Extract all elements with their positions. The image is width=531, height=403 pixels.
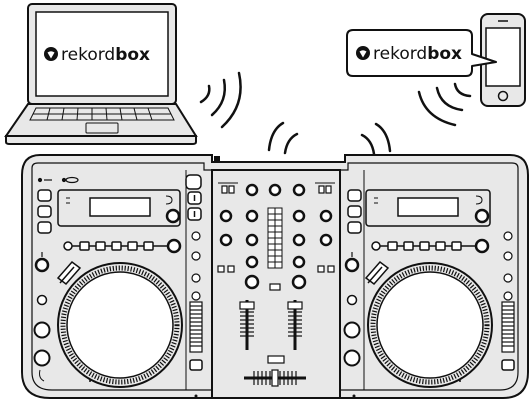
left-hot-cue-c-button[interactable]: [37, 221, 52, 234]
right-cue-knob[interactable]: [344, 257, 360, 273]
left-strip-button-3[interactable]: [95, 241, 106, 251]
wireless-waves-phone-icon: [417, 82, 472, 127]
left-pitch-slider[interactable]: [189, 301, 203, 353]
wireless-waves-controller-left-icon: [267, 121, 299, 155]
mixer-cue-left-button[interactable]: [217, 265, 225, 273]
left-load-button[interactable]: [185, 174, 202, 190]
mixer-mid-right-knob[interactable]: [292, 233, 306, 247]
right-play-button[interactable]: [343, 321, 361, 339]
left-display-screen: [89, 197, 151, 217]
left-hot-cue-a-button[interactable]: [37, 189, 52, 202]
mixer-master-level-knob[interactable]: [268, 183, 282, 197]
right-pitch-slider[interactable]: [501, 301, 515, 353]
left-cue-button[interactable]: [33, 349, 51, 367]
mixer-effect-left-knob[interactable]: [219, 209, 233, 223]
phone-callout: rekordbox: [346, 29, 497, 77]
right-strip-button-6[interactable]: [451, 241, 462, 251]
left-strip-button-6[interactable]: [143, 241, 154, 251]
mixer-headphone-mix-knob[interactable]: [219, 233, 233, 247]
right-hot-cue-b-button[interactable]: [347, 205, 362, 218]
mixer-hi-right-knob[interactable]: [292, 209, 306, 223]
mixer-filter-left-knob[interactable]: [244, 274, 260, 290]
mixer-mid-left-knob[interactable]: [245, 233, 259, 247]
mixer-hi-left-knob[interactable]: [245, 209, 259, 223]
mixer-trim-left-knob[interactable]: [245, 183, 259, 197]
wireless-waves-controller-right-icon: [360, 122, 392, 156]
mixer-low-left-knob[interactable]: [245, 255, 259, 269]
mixer-cue-right-a[interactable]: [318, 185, 325, 194]
left-cue-knob[interactable]: [34, 257, 50, 273]
right-hot-cue-c-button[interactable]: [347, 221, 362, 234]
phone-brand-text: rekordbox: [373, 44, 462, 64]
right-strip-button-1[interactable]: [371, 241, 381, 251]
right-strip-button-4[interactable]: [419, 241, 430, 251]
left-strip-button-2[interactable]: [79, 241, 90, 251]
mixer-cue-left-a[interactable]: [221, 185, 228, 194]
rekordbox-mark-icon: [356, 46, 370, 60]
left-tempo-knob[interactable]: [166, 238, 182, 254]
illustration: rekordbox rekordbox: [4, 3, 529, 399]
right-display-screen: [397, 197, 459, 217]
right-strip-button-3[interactable]: [403, 241, 414, 251]
mixer-effect-right-knob[interactable]: [319, 209, 333, 223]
mixer-crossfader-curve-switch[interactable]: [267, 355, 285, 364]
left-play-button[interactable]: [33, 321, 51, 339]
mixer-filter-right-knob[interactable]: [291, 274, 307, 290]
mixer-low-right-knob[interactable]: [292, 255, 306, 269]
mixer-trim-right-knob[interactable]: [292, 183, 306, 197]
left-strip-button-4[interactable]: [111, 241, 122, 251]
right-strip-button-2[interactable]: [387, 241, 398, 251]
mixer-cue-right-button[interactable]: [317, 265, 325, 273]
laptop: rekordbox: [4, 3, 198, 145]
left-sync-button[interactable]: [189, 359, 203, 371]
wireless-waves-laptop-icon: [199, 71, 242, 129]
right-tempo-knob[interactable]: [474, 238, 490, 254]
left-browse-knob[interactable]: [165, 208, 181, 224]
right-sync-button[interactable]: [501, 359, 515, 371]
right-browse-knob[interactable]: [474, 208, 490, 224]
right-strip-button-5[interactable]: [435, 241, 446, 251]
right-hot-cue-a-button[interactable]: [347, 189, 362, 202]
left-strip-button-5[interactable]: [127, 241, 138, 251]
dj-controller: [21, 154, 529, 399]
left-hot-cue-b-button[interactable]: [37, 205, 52, 218]
laptop-brand-text: rekordbox: [61, 45, 150, 65]
mixer-headphone-level-knob[interactable]: [319, 233, 333, 247]
mixer-level-meter: [267, 207, 283, 269]
rekordbox-mark-icon: [44, 47, 58, 61]
right-cue-button[interactable]: [343, 349, 361, 367]
left-strip-button-1[interactable]: [63, 241, 73, 251]
diagram-root: rekordbox rekordbox: [0, 0, 531, 403]
